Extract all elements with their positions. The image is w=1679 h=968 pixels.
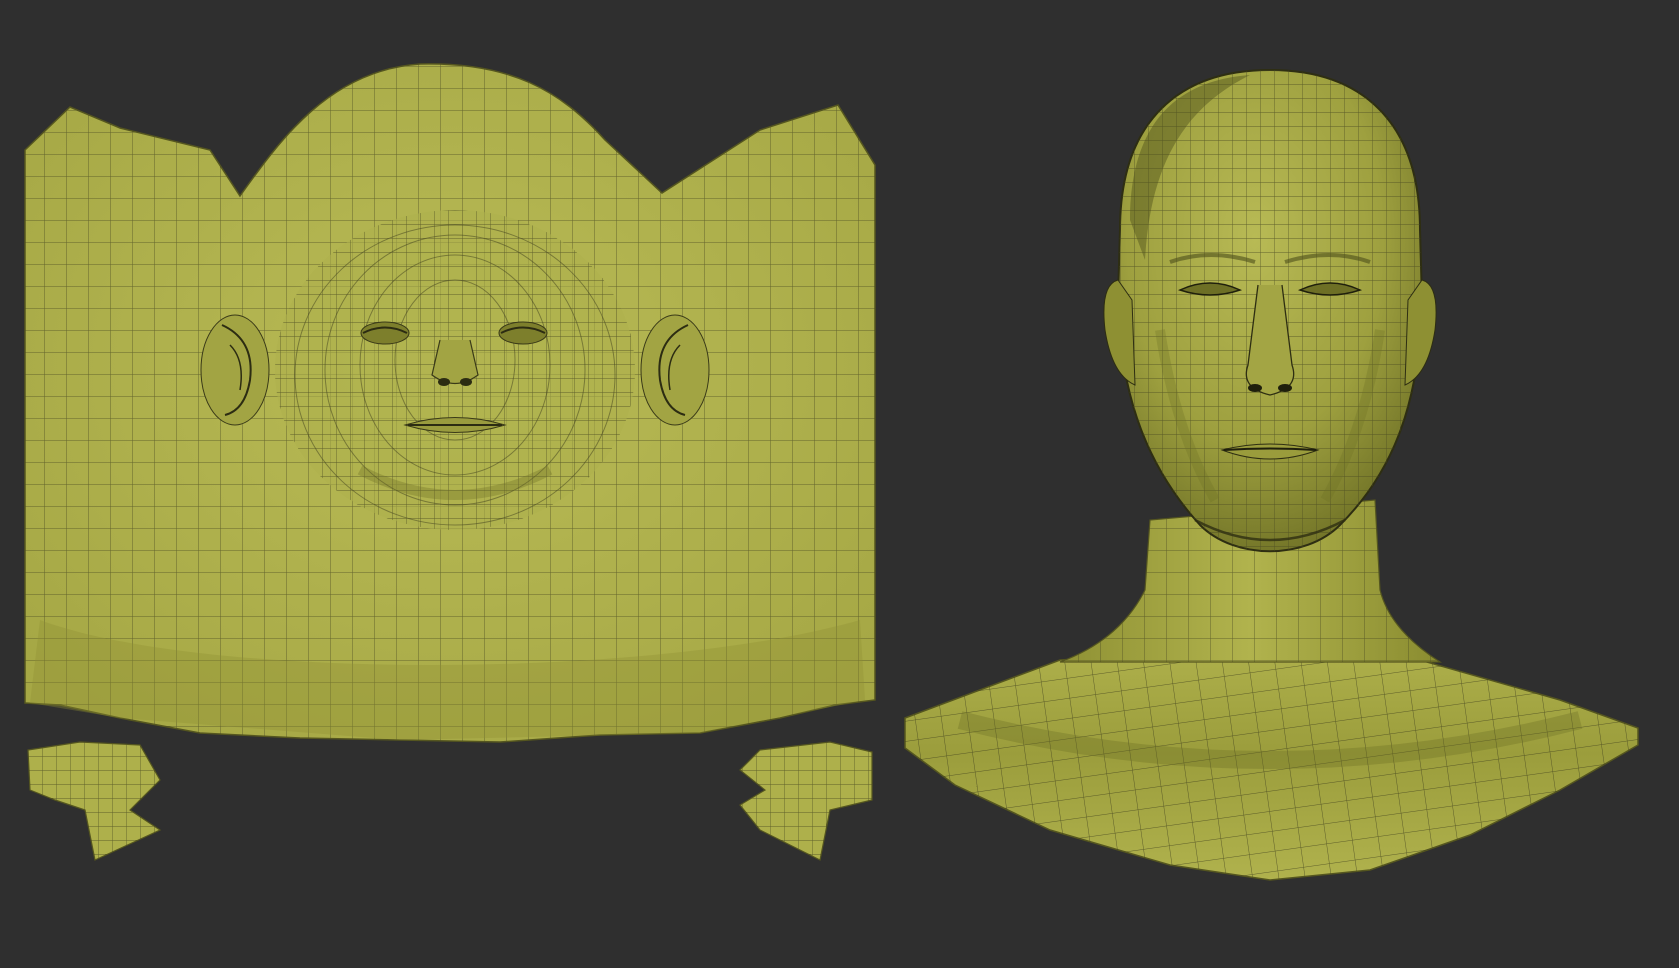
head-mesh [904,68,1639,881]
uv-layout [24,63,876,861]
head-mesh-shoulders [904,649,1639,881]
uv-right-ear [640,314,710,426]
mesh-scene [24,63,1639,881]
uv-nose [431,339,479,386]
uv-face-region [275,210,635,530]
uv-left-eye [360,321,410,345]
uv-right-ear-island [739,741,873,861]
uv-left-ear-island [27,741,162,861]
head-mesh-head [1103,68,1437,553]
uv-main-face-shell [24,63,876,743]
uv-right-eye [498,321,548,345]
uv-left-ear [200,314,270,426]
